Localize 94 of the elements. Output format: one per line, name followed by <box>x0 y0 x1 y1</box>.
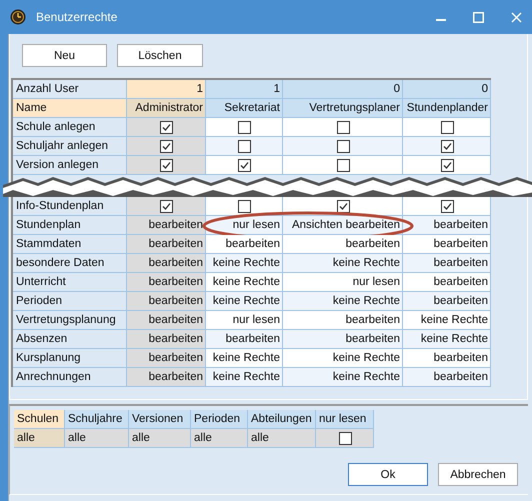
column-header[interactable]: Vertretungsplaner <box>283 99 403 118</box>
table-cell: bearbeiten <box>403 292 491 311</box>
table-cell: bearbeiten <box>127 273 206 292</box>
table-cell: bearbeiten <box>206 235 283 254</box>
row-header: Stammdaten <box>13 235 127 254</box>
table-cell: keine Rechte <box>206 368 283 387</box>
table-cell: bearbeiten <box>283 235 403 254</box>
row-header: besondere Daten <box>13 254 127 273</box>
table-cell: bearbeiten <box>403 349 491 368</box>
column-header[interactable]: Sekretariat <box>206 99 283 118</box>
table-cell: keine Rechte <box>206 292 283 311</box>
column-header: Perioden <box>191 410 248 429</box>
table-cell: bearbeiten <box>127 292 206 311</box>
checkbox[interactable] <box>336 158 350 172</box>
table-cell: keine Rechte <box>403 330 491 349</box>
checkbox[interactable] <box>238 140 251 152</box>
checkbox[interactable] <box>160 200 173 212</box>
row-header: Kursplanung <box>13 349 127 368</box>
table-cell: bearbeiten <box>403 273 491 292</box>
ok-button[interactable]: Ok <box>348 463 428 486</box>
row-header: Schule anlegen <box>13 118 127 137</box>
table-cell: keine Rechte <box>283 349 403 368</box>
table-cell: keine Rechte <box>206 273 283 292</box>
row-header: Version anlegen <box>13 156 127 175</box>
row-header: Info-Stundenplan <box>13 197 127 216</box>
table-cell: bearbeiten <box>127 330 206 349</box>
close-icon[interactable] <box>511 12 522 22</box>
checkbox[interactable] <box>160 140 173 152</box>
checkbox[interactable] <box>160 158 173 172</box>
table-cell: bearbeiten <box>127 349 206 368</box>
checkbox[interactable] <box>336 200 350 212</box>
checkbox[interactable] <box>238 200 251 212</box>
table-cell: bearbeiten <box>127 254 206 273</box>
column-header: Versionen <box>129 410 191 429</box>
table-cell: nur lesen <box>283 273 403 292</box>
checkbox[interactable] <box>440 140 454 152</box>
checkbox[interactable] <box>440 120 454 134</box>
column-header: nur lesen <box>316 410 374 429</box>
user-count: 1 <box>127 80 206 99</box>
table-cell: keine Rechte <box>283 368 403 387</box>
table-cell: bearbeiten <box>283 311 403 330</box>
table-cell: keine Rechte <box>403 311 491 330</box>
maximize-icon[interactable] <box>473 12 484 22</box>
user-count: 0 <box>283 80 403 99</box>
table-cell: keine Rechte <box>206 254 283 273</box>
table-cell: nur lesen <box>206 311 283 330</box>
column-header: Schulen <box>14 410 65 429</box>
table-cell: bearbeiten <box>403 235 491 254</box>
checkbox[interactable] <box>440 158 454 172</box>
table-cell: bearbeiten <box>283 330 403 349</box>
table-cell: alle <box>191 429 248 448</box>
column-header: Schuljahre <box>65 410 129 429</box>
row-header: Schuljahr anlegen <box>13 137 127 156</box>
checkbox[interactable] <box>238 158 251 172</box>
table-cell: bearbeiten <box>127 216 206 235</box>
table-cell: bearbeiten <box>127 368 206 387</box>
table-cell: bearbeiten <box>403 254 491 273</box>
table-cell: alle <box>248 429 316 448</box>
table-cell: keine Rechte <box>206 349 283 368</box>
row-header: Name <box>13 99 127 118</box>
clock-icon <box>10 9 26 25</box>
window-title: Benutzerrechte <box>36 10 118 24</box>
new-button[interactable]: Neu <box>22 44 107 67</box>
checkbox[interactable] <box>338 432 352 444</box>
column-header: Abteilungen <box>248 410 316 429</box>
checkbox[interactable] <box>238 120 251 134</box>
table-cell: bearbeiten <box>206 330 283 349</box>
table-cell: Ansichten bearbeiten <box>283 216 403 235</box>
table-cell: alle <box>129 429 191 448</box>
column-header[interactable]: Stundenplander <box>403 99 491 118</box>
row-header: Perioden <box>13 292 127 311</box>
table-cell: keine Rechte <box>283 254 403 273</box>
row-header: Anzahl User <box>13 80 127 99</box>
checkbox[interactable] <box>336 120 350 134</box>
table-cell: bearbeiten <box>403 368 491 387</box>
user-count: 1 <box>206 80 283 99</box>
delete-button[interactable]: Löschen <box>117 44 203 67</box>
user-count: 0 <box>403 80 491 99</box>
table-cell: keine Rechte <box>283 292 403 311</box>
row-header: Anrechnungen <box>13 368 127 387</box>
table-cell: bearbeiten <box>127 311 206 330</box>
row-header: Stundenplan <box>13 216 127 235</box>
row-header: Unterricht <box>13 273 127 292</box>
table-cell: bearbeiten <box>127 235 206 254</box>
cancel-button[interactable]: Abbrechen <box>438 463 518 486</box>
checkbox[interactable] <box>440 200 454 212</box>
checkbox[interactable] <box>160 120 173 134</box>
table-cell: bearbeiten <box>403 216 491 235</box>
checkbox[interactable] <box>336 140 350 152</box>
table-cell: alle <box>14 429 65 448</box>
row-header: Absenzen <box>13 330 127 349</box>
row-header: Vertretungsplanung <box>13 311 127 330</box>
column-header[interactable]: Administrator <box>127 99 206 118</box>
table-cell: alle <box>65 429 129 448</box>
